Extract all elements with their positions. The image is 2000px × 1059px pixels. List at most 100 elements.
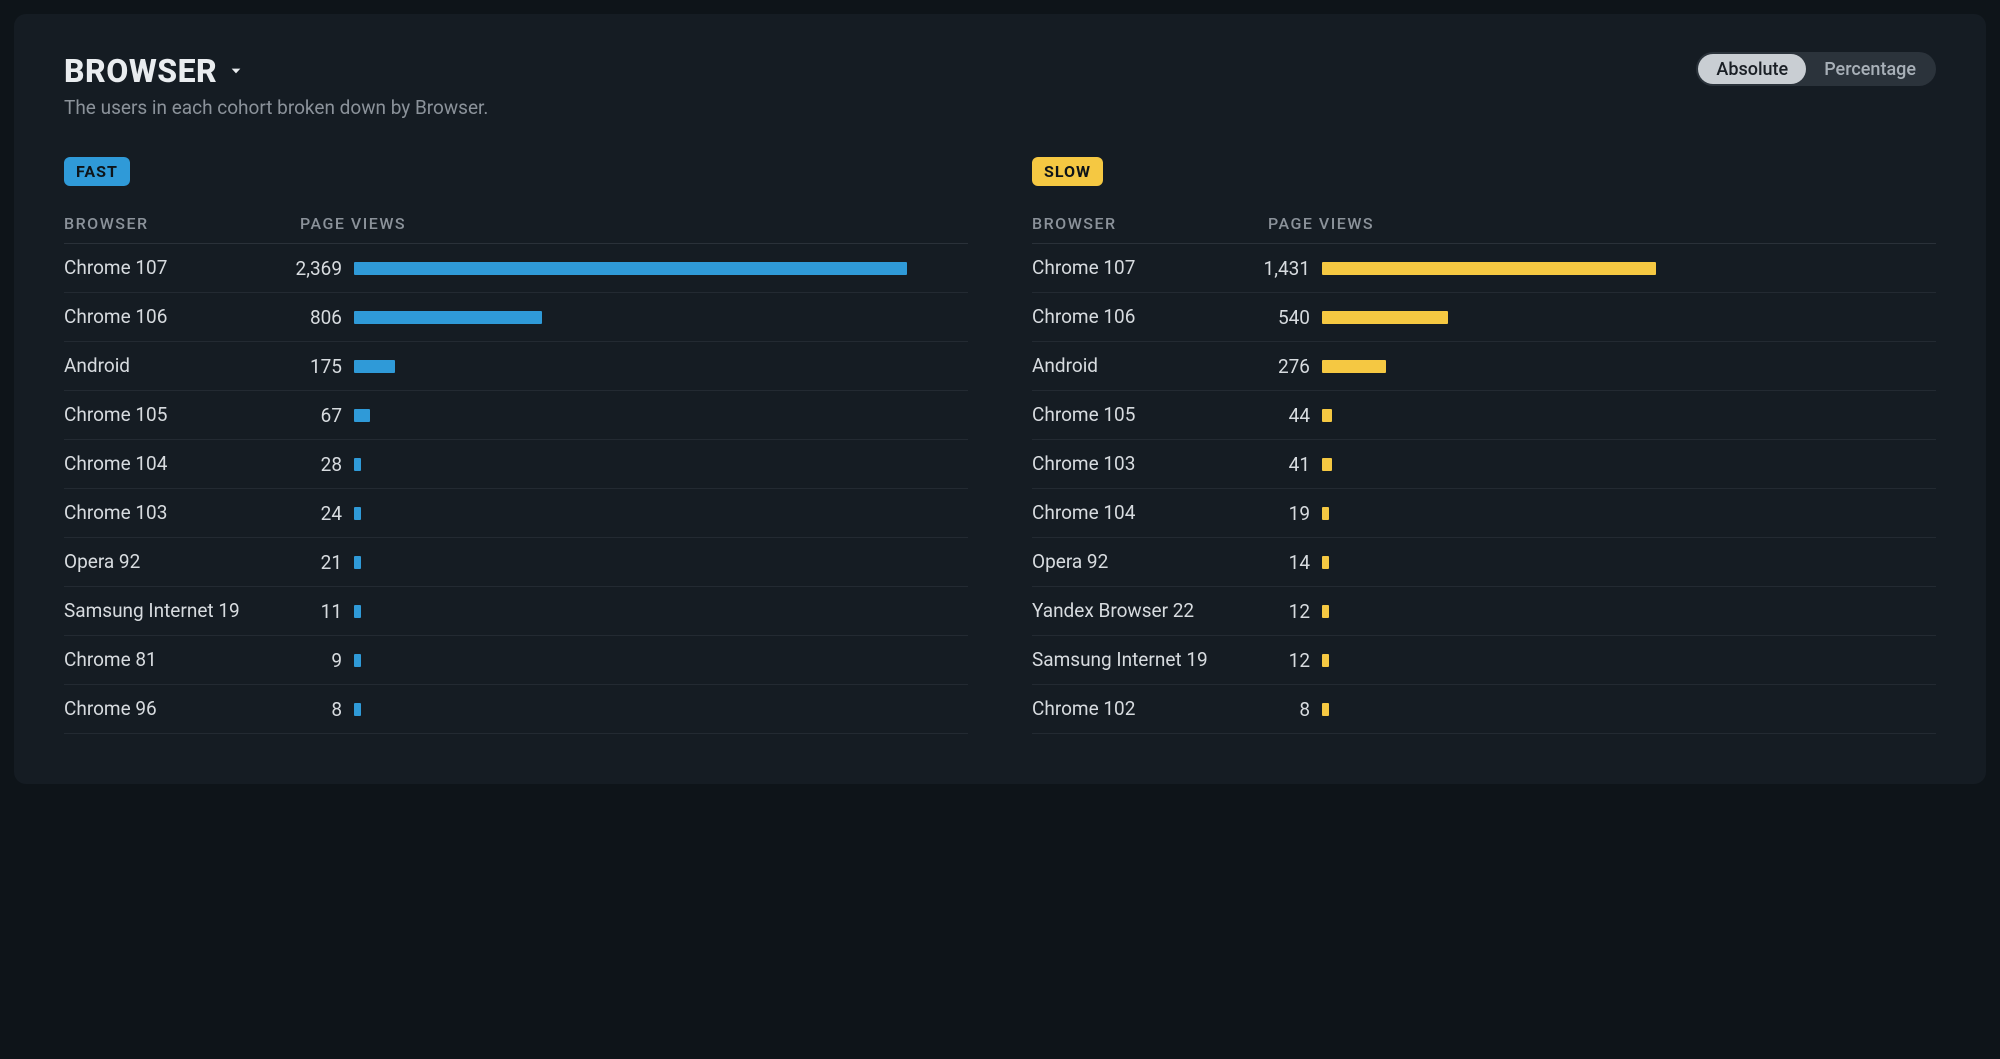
row-page-views: 41 (1222, 453, 1322, 476)
table-row[interactable]: Samsung Internet 1911 (64, 587, 968, 636)
row-bar (354, 458, 361, 471)
toggle-percentage[interactable]: Percentage (1806, 54, 1934, 84)
row-page-views: 806 (254, 306, 354, 329)
row-bar-track (354, 556, 968, 569)
row-bar (1322, 262, 1656, 275)
table-row[interactable]: Chrome 1071,431 (1032, 244, 1936, 293)
row-page-views: 14 (1222, 551, 1322, 574)
table-row[interactable]: Chrome 10544 (1032, 391, 1936, 440)
row-bar-track (1322, 507, 1936, 520)
row-bar-track (354, 507, 968, 520)
row-browser-name: Chrome 107 (1032, 256, 1222, 280)
row-browser-name: Chrome 107 (64, 256, 254, 280)
fast-rows: Chrome 1072,369Chrome 106806Android175Ch… (64, 244, 968, 734)
row-bar (1322, 360, 1386, 373)
row-browser-name: Chrome 105 (1032, 403, 1222, 427)
row-page-views: 2,369 (254, 257, 354, 280)
table-header: BROWSER PAGE VIEWS (64, 214, 968, 244)
row-page-views: 21 (254, 551, 354, 574)
panel-title: BROWSER (64, 52, 217, 90)
row-browser-name: Chrome 106 (1032, 305, 1222, 329)
row-bar (1322, 654, 1329, 667)
row-browser-name: Samsung Internet 19 (64, 599, 254, 623)
table-row[interactable]: Chrome 10324 (64, 489, 968, 538)
row-browser-name: Opera 92 (1032, 550, 1222, 574)
table-row[interactable]: Chrome 10419 (1032, 489, 1936, 538)
row-browser-name: Chrome 102 (1032, 697, 1222, 721)
table-row[interactable]: Chrome 968 (64, 685, 968, 734)
col-header-browser: BROWSER (1032, 214, 1268, 233)
row-bar-track (354, 409, 968, 422)
cohort-slow: SLOW BROWSER PAGE VIEWS Chrome 1071,431C… (1032, 157, 1936, 734)
row-bar (1322, 556, 1329, 569)
row-page-views: 9 (254, 649, 354, 672)
row-bar-track (1322, 458, 1936, 471)
row-page-views: 1,431 (1222, 257, 1322, 280)
row-bar (1322, 458, 1332, 471)
row-bar (354, 507, 361, 520)
table-row[interactable]: Chrome 10428 (64, 440, 968, 489)
cohort-badge-slow: SLOW (1032, 157, 1103, 186)
row-browser-name: Chrome 81 (64, 648, 254, 672)
row-page-views: 540 (1222, 306, 1322, 329)
row-bar-track (1322, 654, 1936, 667)
row-page-views: 44 (1222, 404, 1322, 427)
row-page-views: 12 (1222, 600, 1322, 623)
row-browser-name: Opera 92 (64, 550, 254, 574)
row-browser-name: Android (64, 354, 254, 378)
row-browser-name: Chrome 105 (64, 403, 254, 427)
panel-header: BROWSER The users in each cohort broken … (64, 52, 1936, 119)
row-page-views: 28 (254, 453, 354, 476)
row-bar (354, 409, 370, 422)
row-bar (354, 605, 361, 618)
row-page-views: 67 (254, 404, 354, 427)
table-row[interactable]: Chrome 1072,369 (64, 244, 968, 293)
row-bar (1322, 507, 1329, 520)
row-bar-track (354, 654, 968, 667)
table-row[interactable]: Chrome 10341 (1032, 440, 1936, 489)
table-row[interactable]: Chrome 1028 (1032, 685, 1936, 734)
row-bar-track (1322, 556, 1936, 569)
col-header-browser: BROWSER (64, 214, 300, 233)
row-page-views: 175 (254, 355, 354, 378)
table-row[interactable]: Chrome 10567 (64, 391, 968, 440)
row-bar-track (354, 703, 968, 716)
col-header-views: PAGE VIEWS (300, 214, 968, 233)
row-browser-name: Android (1032, 354, 1222, 378)
row-bar-track (1322, 605, 1936, 618)
table-row[interactable]: Android276 (1032, 342, 1936, 391)
panel-subtitle: The users in each cohort broken down by … (64, 96, 488, 119)
chevron-down-icon (227, 62, 245, 80)
toggle-absolute[interactable]: Absolute (1698, 54, 1806, 84)
row-bar-track (354, 311, 968, 324)
row-bar (1322, 605, 1329, 618)
row-bar-track (354, 605, 968, 618)
cohort-fast: FAST BROWSER PAGE VIEWS Chrome 1072,369C… (64, 157, 968, 734)
row-page-views: 8 (254, 698, 354, 721)
row-bar-track (1322, 409, 1936, 422)
row-bar-track (1322, 703, 1936, 716)
row-page-views: 12 (1222, 649, 1322, 672)
row-browser-name: Chrome 103 (64, 501, 254, 525)
table-row[interactable]: Chrome 819 (64, 636, 968, 685)
table-row[interactable]: Opera 9221 (64, 538, 968, 587)
col-header-views: PAGE VIEWS (1268, 214, 1936, 233)
table-row[interactable]: Yandex Browser 2212 (1032, 587, 1936, 636)
table-row[interactable]: Android175 (64, 342, 968, 391)
table-row[interactable]: Chrome 106540 (1032, 293, 1936, 342)
row-browser-name: Chrome 103 (1032, 452, 1222, 476)
row-bar-track (354, 262, 968, 275)
row-bar (354, 311, 542, 324)
table-row[interactable]: Opera 9214 (1032, 538, 1936, 587)
row-bar-track (354, 458, 968, 471)
row-bar (354, 556, 361, 569)
row-browser-name: Chrome 96 (64, 697, 254, 721)
table-row[interactable]: Chrome 106806 (64, 293, 968, 342)
table-row[interactable]: Samsung Internet 1912 (1032, 636, 1936, 685)
cohort-columns: FAST BROWSER PAGE VIEWS Chrome 1072,369C… (64, 157, 1936, 734)
row-page-views: 11 (254, 600, 354, 623)
row-bar (1322, 409, 1332, 422)
dimension-selector[interactable]: BROWSER (64, 52, 488, 90)
row-bar (1322, 703, 1329, 716)
view-mode-toggle: Absolute Percentage (1696, 52, 1936, 86)
